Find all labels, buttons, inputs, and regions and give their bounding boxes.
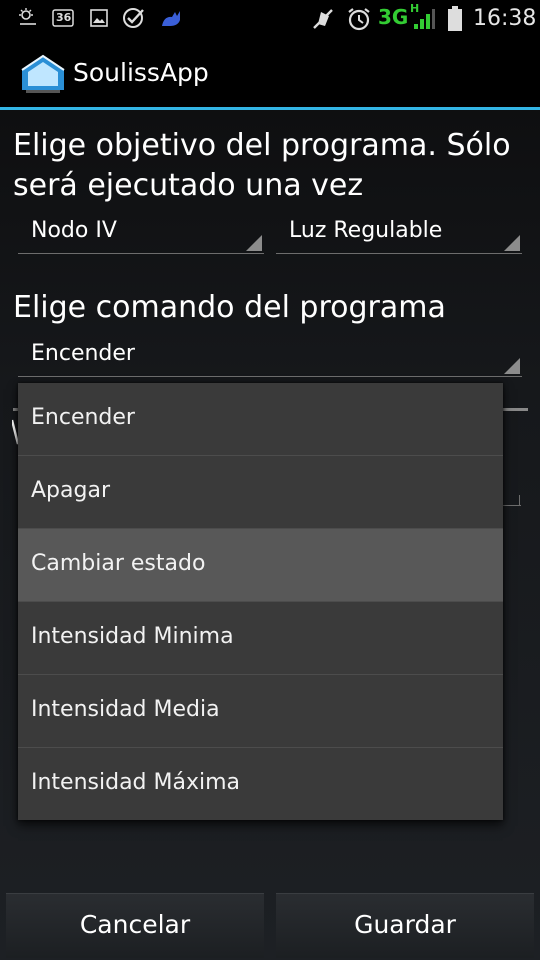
app-title: SoulissApp — [73, 58, 209, 87]
spinner-arrow-icon — [504, 235, 520, 251]
dropdown-option[interactable]: Apagar — [18, 456, 503, 529]
clock-text: 16:38 — [473, 6, 537, 31]
command-dropdown[interactable]: Encender Apagar Cambiar estado Intensida… — [18, 383, 503, 820]
device-spinner-value: Luz Regulable — [289, 218, 443, 243]
node-spinner-value: Nodo IV — [31, 218, 117, 243]
hidden-input-edge — [519, 495, 520, 505]
dropdown-option[interactable]: Intensidad Minima — [18, 602, 503, 675]
check-icon — [122, 7, 146, 33]
spinner-arrow-icon — [246, 235, 262, 251]
action-bar-divider — [0, 107, 540, 110]
target-heading: Elige objetivo del programa. Sólo será e… — [13, 128, 511, 203]
dropdown-option-label: Cambiar estado — [31, 551, 206, 576]
dropdown-option-label: Intensidad Media — [31, 697, 220, 722]
app-screen: 36 3G H 16:38 SoulissApp Elige objetivo … — [0, 0, 540, 960]
status-bar: 36 3G H 16:38 — [0, 0, 540, 38]
cat-icon — [160, 8, 182, 32]
spinner-arrow-icon — [504, 358, 520, 374]
dropdown-option[interactable]: Encender — [18, 383, 503, 456]
command-spinner[interactable]: Encender — [18, 336, 522, 377]
mute-icon — [310, 6, 336, 36]
dropdown-option[interactable]: Intensidad Máxima — [18, 748, 503, 820]
command-spinner-value: Encender — [31, 341, 135, 366]
cancel-button[interactable]: Cancelar — [6, 893, 264, 958]
dropdown-option-label: Apagar — [31, 478, 110, 503]
dropdown-option-label: Encender — [31, 405, 135, 430]
command-heading: Elige comando del programa — [13, 290, 446, 325]
dropdown-option-label: Intensidad Máxima — [31, 770, 241, 795]
badge-36-text: 36 — [56, 11, 72, 24]
alarm-icon — [346, 6, 372, 36]
badge-36-icon: 36 — [52, 9, 74, 31]
dropdown-option[interactable]: Intensidad Media — [18, 675, 503, 748]
app-logo-icon[interactable] — [20, 52, 66, 100]
hidden-divider-right — [503, 408, 528, 411]
signal-icon — [412, 8, 436, 34]
battery-icon — [447, 6, 463, 36]
save-button[interactable]: Guardar — [276, 893, 534, 958]
network-type-label: 3G — [378, 5, 409, 29]
device-spinner[interactable]: Luz Regulable — [276, 213, 522, 254]
weather-icon — [16, 6, 40, 34]
dropdown-option-selected[interactable]: Cambiar estado — [18, 529, 503, 602]
hidden-input-underline — [503, 505, 521, 506]
image-icon — [90, 9, 108, 31]
node-spinner[interactable]: Nodo IV — [18, 213, 264, 254]
dropdown-option-label: Intensidad Minima — [31, 624, 234, 649]
